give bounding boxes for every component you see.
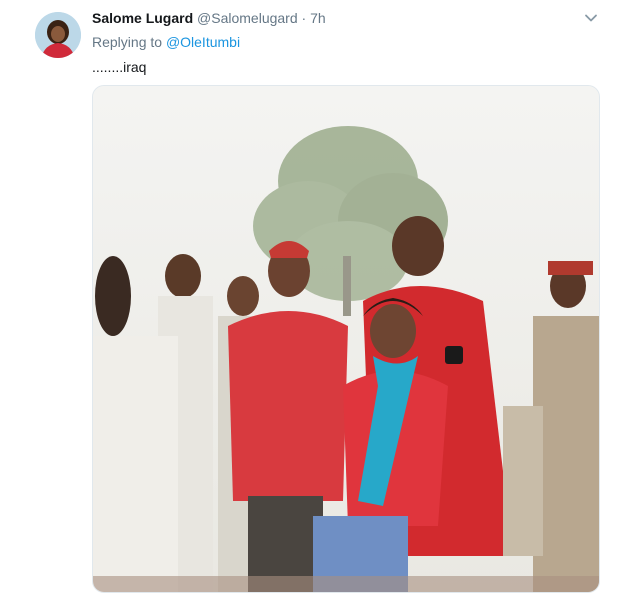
timestamp[interactable]: 7h bbox=[310, 10, 326, 26]
tweet-photo[interactable] bbox=[92, 85, 600, 593]
reply-context: Replying to @OleItumbi bbox=[92, 33, 240, 51]
author-handle[interactable]: @Salomelugard bbox=[197, 10, 298, 26]
tweet-text: ........iraq bbox=[92, 59, 147, 75]
photo-illustration bbox=[93, 86, 599, 592]
avatar[interactable] bbox=[35, 12, 81, 58]
reply-mention-link[interactable]: @OleItumbi bbox=[166, 34, 240, 50]
tweet: Salome Lugard @Salomelugard · 7h Replyin… bbox=[0, 0, 635, 599]
avatar-image bbox=[35, 12, 81, 58]
reply-prefix: Replying to bbox=[92, 34, 163, 50]
chevron-down-icon[interactable] bbox=[583, 10, 599, 26]
tweet-header: Salome Lugard @Salomelugard · 7h bbox=[92, 9, 326, 27]
author-name[interactable]: Salome Lugard bbox=[92, 10, 193, 26]
separator: · bbox=[301, 10, 307, 26]
